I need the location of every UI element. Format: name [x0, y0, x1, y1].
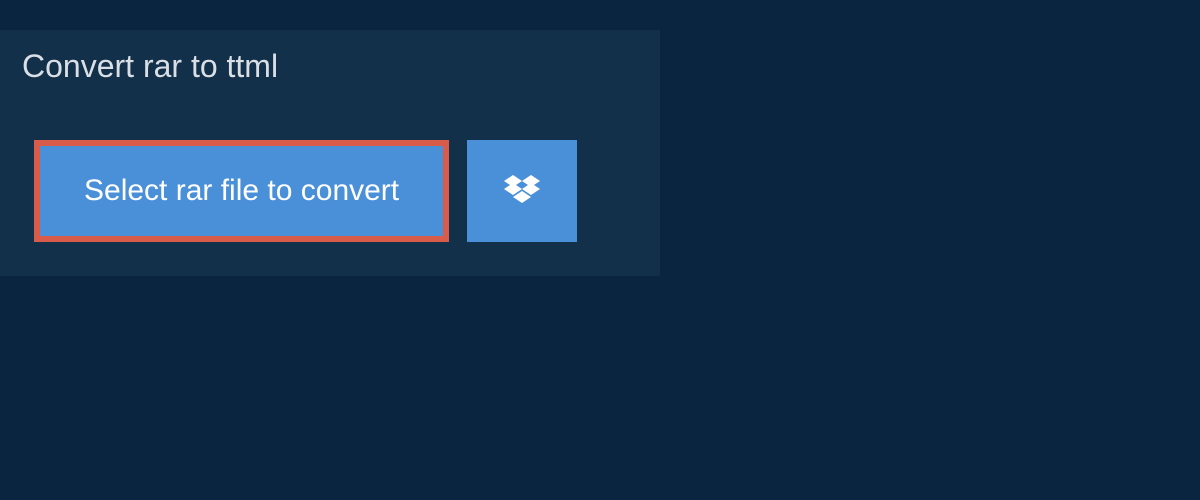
- select-file-label: Select rar file to convert: [84, 174, 399, 208]
- dropbox-icon: [504, 175, 540, 207]
- select-file-button[interactable]: Select rar file to convert: [34, 140, 449, 242]
- action-row: Select rar file to convert: [0, 112, 660, 276]
- page-title-tab: Convert rar to ttml: [0, 30, 308, 103]
- dropbox-button[interactable]: [467, 140, 577, 242]
- page-title: Convert rar to ttml: [22, 48, 278, 84]
- converter-panel: Convert rar to ttml Select rar file to c…: [0, 30, 660, 276]
